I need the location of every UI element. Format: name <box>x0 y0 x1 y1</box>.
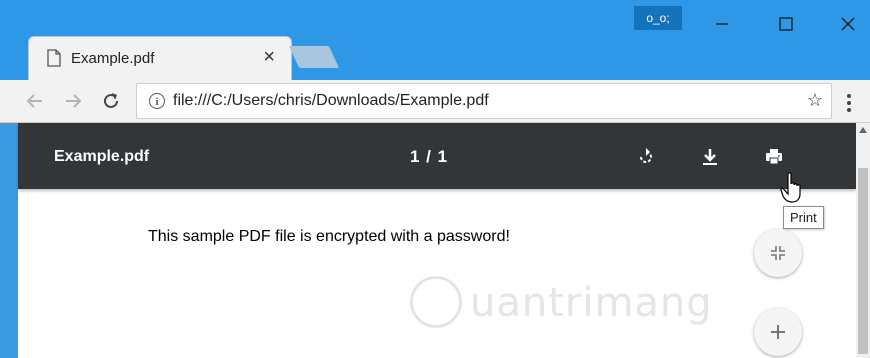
new-tab-button[interactable] <box>288 46 340 68</box>
zoom-in-button[interactable] <box>754 308 802 356</box>
tab-example-pdf[interactable]: Example.pdf × <box>28 36 292 82</box>
reload-icon[interactable] <box>100 90 122 112</box>
pdf-body-text: This sample PDF file is encrypted with a… <box>148 228 510 245</box>
back-arrow-icon[interactable] <box>24 90 46 112</box>
watermark-logo-icon <box>410 276 462 328</box>
minimize-button[interactable] <box>712 14 732 34</box>
address-bar[interactable]: i file:///C:/Users/chris/Downloads/Examp… <box>136 83 832 119</box>
maximize-button[interactable] <box>776 14 796 34</box>
pdf-title: Example.pdf <box>54 148 150 165</box>
document-icon <box>47 49 61 67</box>
tab-close-button[interactable]: × <box>263 45 275 69</box>
tab-title: Example.pdf <box>71 50 155 67</box>
rotate-icon[interactable] <box>636 147 656 167</box>
info-icon[interactable]: i <box>149 93 165 109</box>
more-menu-icon[interactable] <box>846 92 852 114</box>
watermark-text: uantrimang <box>470 280 713 326</box>
pdf-toolbar: Example.pdf 1 / 1 <box>18 123 856 189</box>
watermark: uantrimang <box>410 272 720 336</box>
print-icon[interactable] <box>764 147 784 167</box>
profile-badge[interactable]: o_o; <box>634 6 682 30</box>
bookmark-star-icon[interactable]: ☆ <box>807 90 823 111</box>
plus-icon <box>771 325 785 339</box>
scrollbar[interactable] <box>856 123 870 358</box>
close-window-button[interactable] <box>838 14 858 34</box>
fit-to-page-button[interactable] <box>754 229 802 277</box>
browser-toolbar: i file:///C:/Users/chris/Downloads/Examp… <box>0 80 870 123</box>
scroll-thumb[interactable] <box>858 168 868 354</box>
print-tooltip: Print <box>783 206 824 229</box>
hand-cursor-icon <box>780 172 801 203</box>
url-text[interactable]: file:///C:/Users/chris/Downloads/Example… <box>173 92 489 110</box>
forward-arrow-icon[interactable] <box>62 90 84 112</box>
title-bar: Example.pdf × o_o; <box>0 0 870 82</box>
download-icon[interactable] <box>700 147 720 167</box>
page-indicator[interactable]: 1 / 1 <box>410 147 448 167</box>
scroll-up-arrow-icon[interactable] <box>859 127 867 133</box>
fit-to-page-icon <box>771 246 785 260</box>
